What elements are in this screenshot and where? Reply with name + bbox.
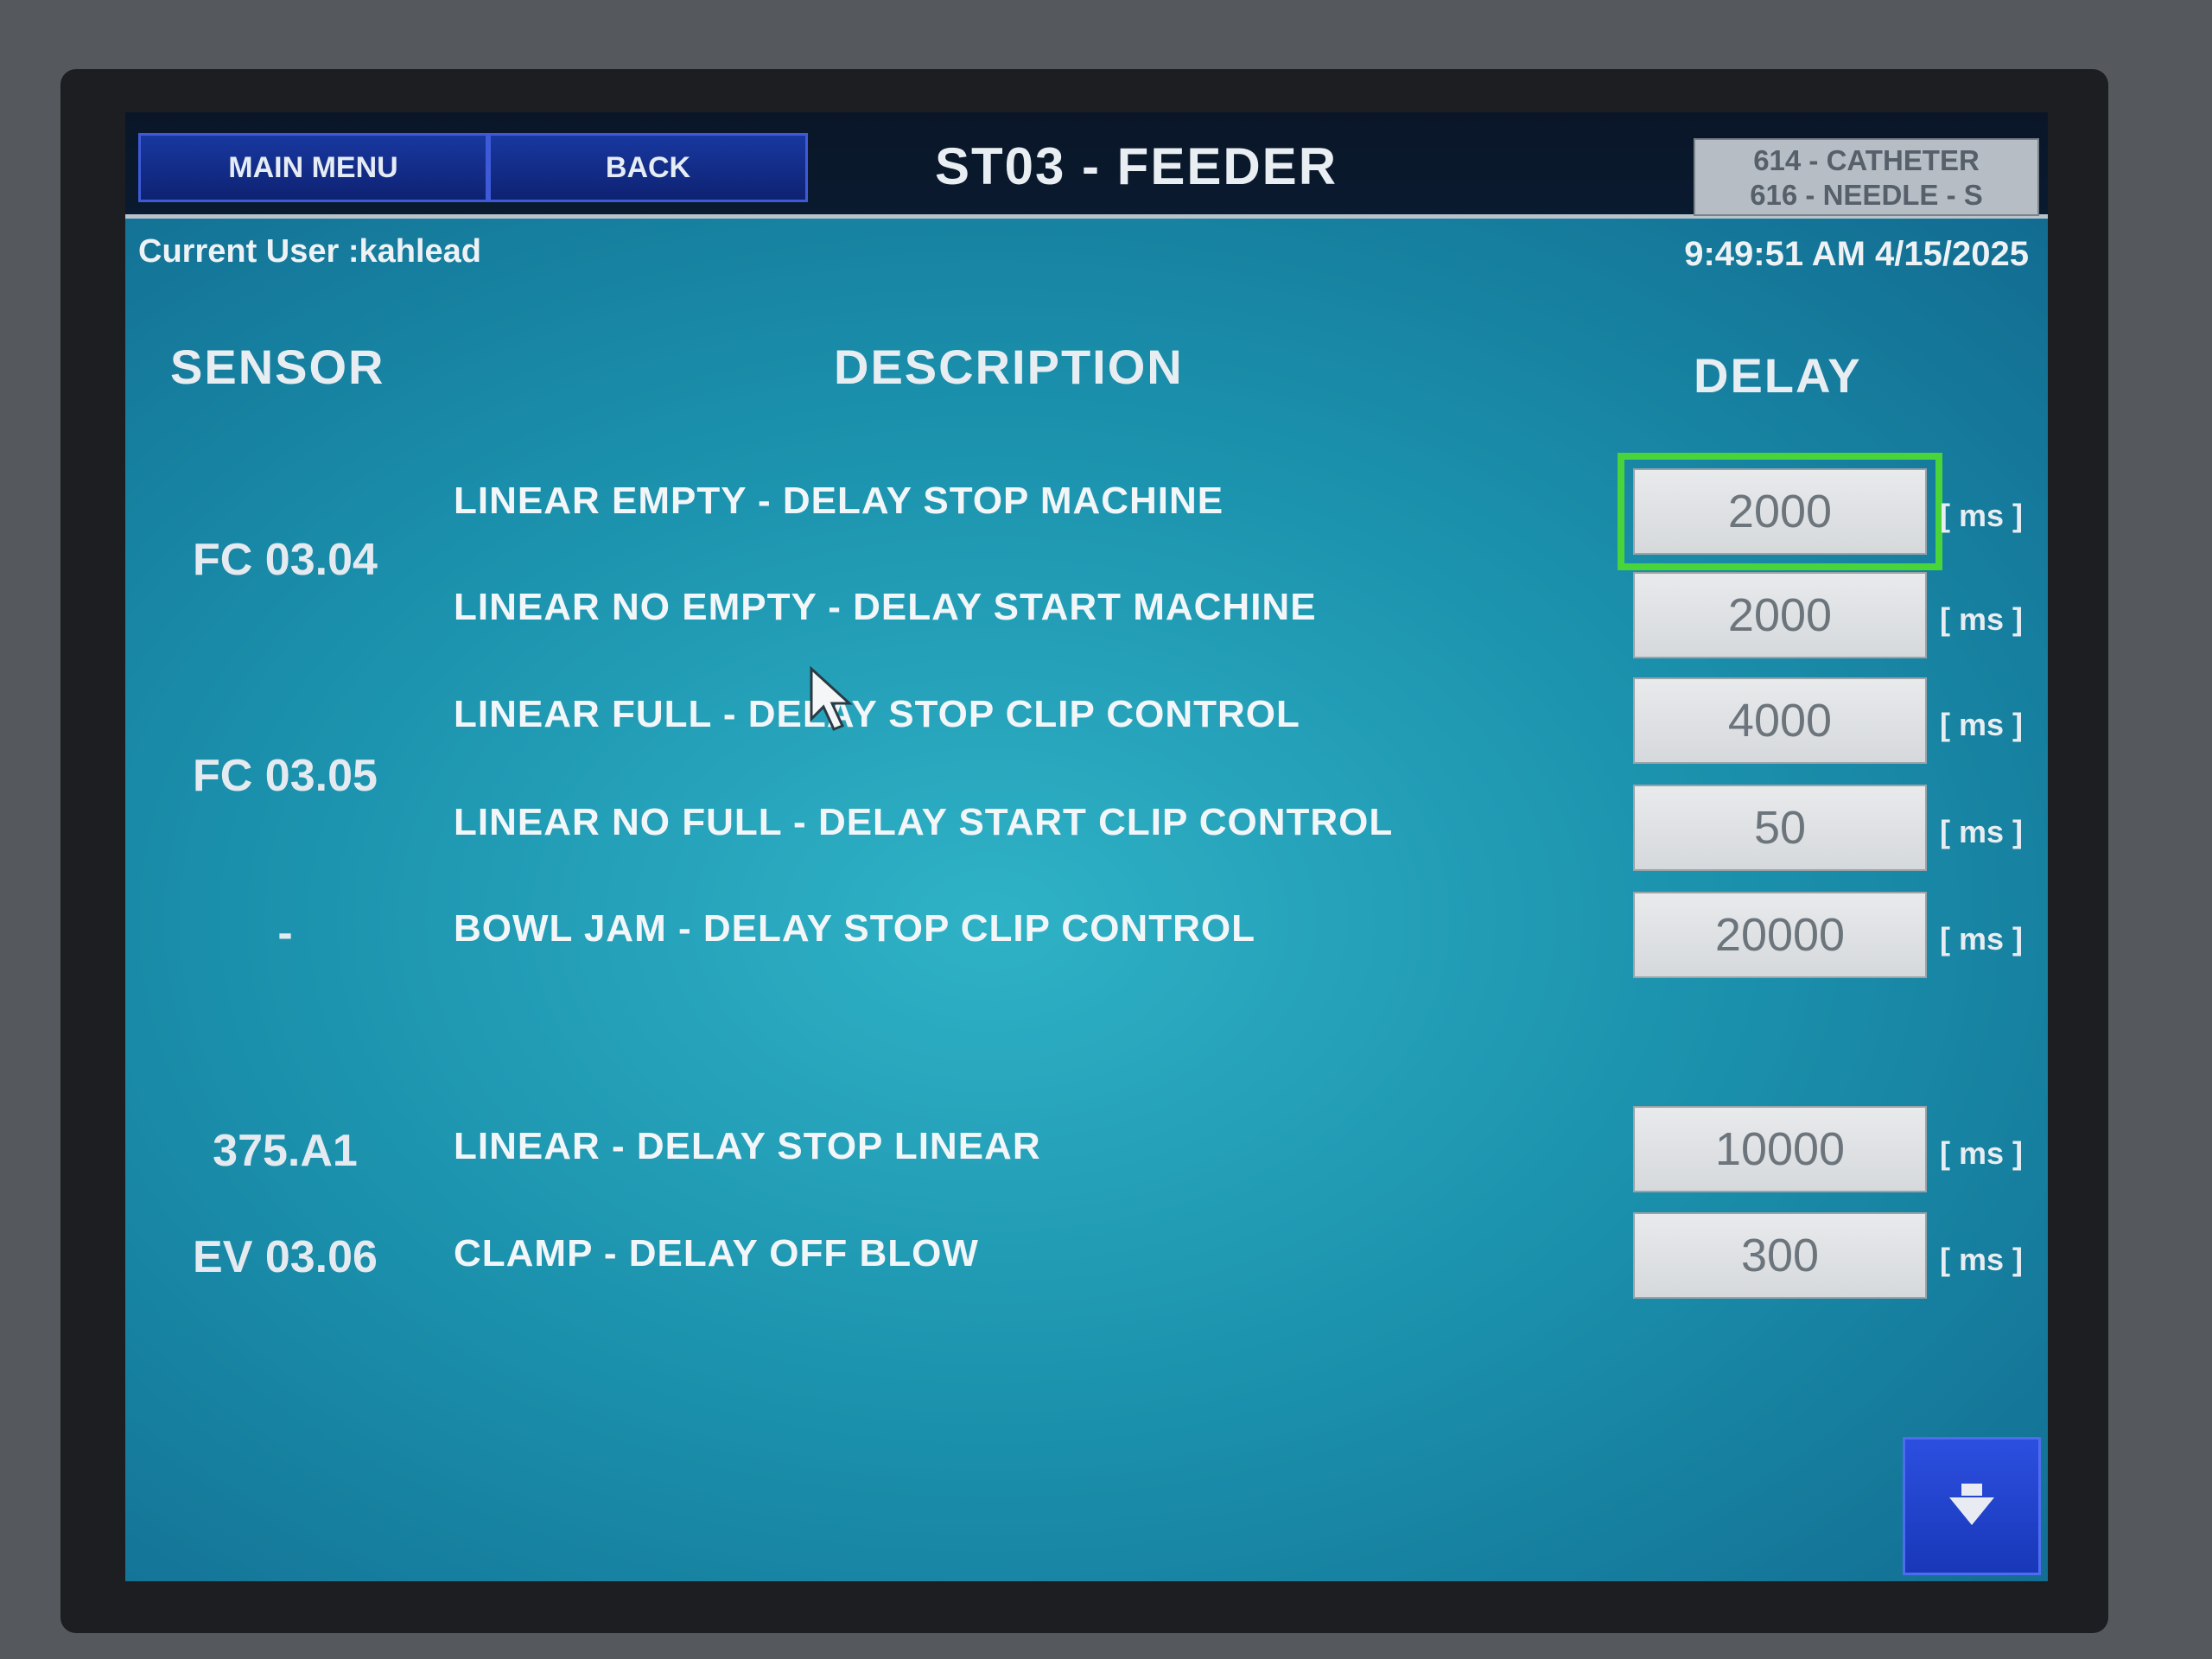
unit-label: [ ms ] [1940, 1135, 2024, 1171]
delay-input[interactable]: 2000 [1633, 572, 1927, 658]
delay-input[interactable]: 2000 [1618, 453, 1942, 570]
datetime: 9:49:51 AM 4/15/2025 [1684, 235, 2029, 273]
unit-label: [ ms ] [1940, 707, 2024, 742]
sensor-label: FC 03.05 [193, 751, 378, 801]
column-header-sensor: SENSOR [170, 340, 385, 394]
unit-label: [ ms ] [1940, 1242, 2024, 1277]
current-user: Current User :kahlead [138, 233, 482, 270]
mode-line-1: 614 - CATHETER [1753, 144, 1980, 176]
row-description: LINEAR FULL - DELAY STOP CLIP CONTROL [454, 693, 1300, 735]
column-header-description: DESCRIPTION [834, 340, 1184, 394]
delay-input[interactable]: 300 [1633, 1212, 1927, 1299]
column-header-delay: DELAY [1694, 348, 1862, 403]
unit-label: [ ms ] [1940, 814, 2024, 849]
mouse-cursor-icon [810, 665, 853, 731]
product-mode-indicator: 614 - CATHETER 616 - NEEDLE - S [1694, 138, 2039, 216]
sensor-label: FC 03.04 [193, 535, 378, 585]
row-description: LINEAR - DELAY STOP LINEAR [454, 1125, 1041, 1167]
delay-input[interactable]: 4000 [1633, 677, 1927, 764]
page-down-button[interactable] [1903, 1437, 2041, 1575]
unit-label: [ ms ] [1940, 498, 2024, 533]
row-description: BOWL JAM - DELAY STOP CLIP CONTROL [454, 907, 1255, 950]
page-title: ST03 - FEEDER [934, 137, 1338, 195]
unit-label: [ ms ] [1940, 601, 2024, 637]
row-description: LINEAR EMPTY - DELAY STOP MACHINE [454, 480, 1224, 522]
hmi-screen: MAIN MENU BACK ST03 - FEEDER 614 - CATHE… [125, 112, 2048, 1581]
mode-line-2: 616 - NEEDLE - S [1750, 179, 1983, 211]
top-bar: MAIN MENU BACK ST03 - FEEDER 614 - CATHE… [125, 112, 2048, 219]
row-description: LINEAR NO EMPTY - DELAY START MACHINE [454, 586, 1317, 628]
delay-input[interactable]: 20000 [1633, 892, 1927, 978]
back-button[interactable]: BACK [488, 133, 808, 202]
sensor-label: - [277, 908, 293, 958]
row-description: LINEAR NO FULL - DELAY START CLIP CONTRO… [454, 801, 1394, 843]
unit-label: [ ms ] [1940, 921, 2024, 957]
sensor-label: 375.A1 [213, 1126, 358, 1176]
sensor-label: EV 03.06 [193, 1232, 378, 1282]
delay-input[interactable]: 50 [1633, 785, 1927, 871]
chevron-down-icon [1949, 1484, 1994, 1525]
delay-input[interactable]: 10000 [1633, 1106, 1927, 1192]
row-description: CLAMP - DELAY OFF BLOW [454, 1232, 979, 1274]
main-menu-button[interactable]: MAIN MENU [138, 133, 488, 202]
